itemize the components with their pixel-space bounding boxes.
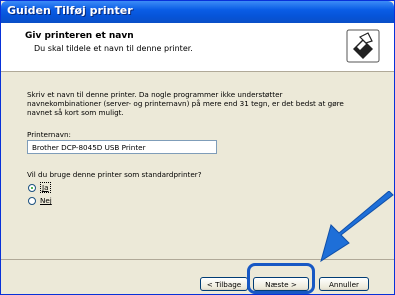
radio-no[interactable]: Nej [28,195,52,206]
radio-yes[interactable]: Ja [28,182,51,193]
back-button[interactable]: < Tilbage [200,277,248,291]
radio-no-label[interactable]: Nej [40,196,52,205]
cancel-button[interactable]: Annuller [319,277,369,291]
wizard-header: Giv printeren et navn Du skal tildele et… [1,23,394,72]
radio-no-button[interactable] [28,196,36,205]
instructions-text: Skriv et navn til denne printer. Da nogl… [27,90,344,117]
printer-name-input[interactable]: Brother DCP-8045D USB Printer [27,140,217,154]
title-bar[interactable]: Guiden Tilføj printer [1,1,394,23]
printer-icon [346,29,380,63]
header-subtitle: Du skal tildele et navn til denne printe… [34,44,193,53]
header-title: Giv printeren et navn [25,31,134,41]
radio-yes-label[interactable]: Ja [40,182,51,193]
printer-name-label: Printernavn: [27,130,71,139]
window-title: Guiden Tilføj printer [7,4,133,17]
default-printer-question: Vil du bruge denne printer som standardp… [27,170,202,179]
pointer-arrow-icon [320,191,394,263]
add-printer-wizard-window: Guiden Tilføj printer Giv printeren et n… [0,0,395,295]
radio-yes-button[interactable] [28,183,36,192]
